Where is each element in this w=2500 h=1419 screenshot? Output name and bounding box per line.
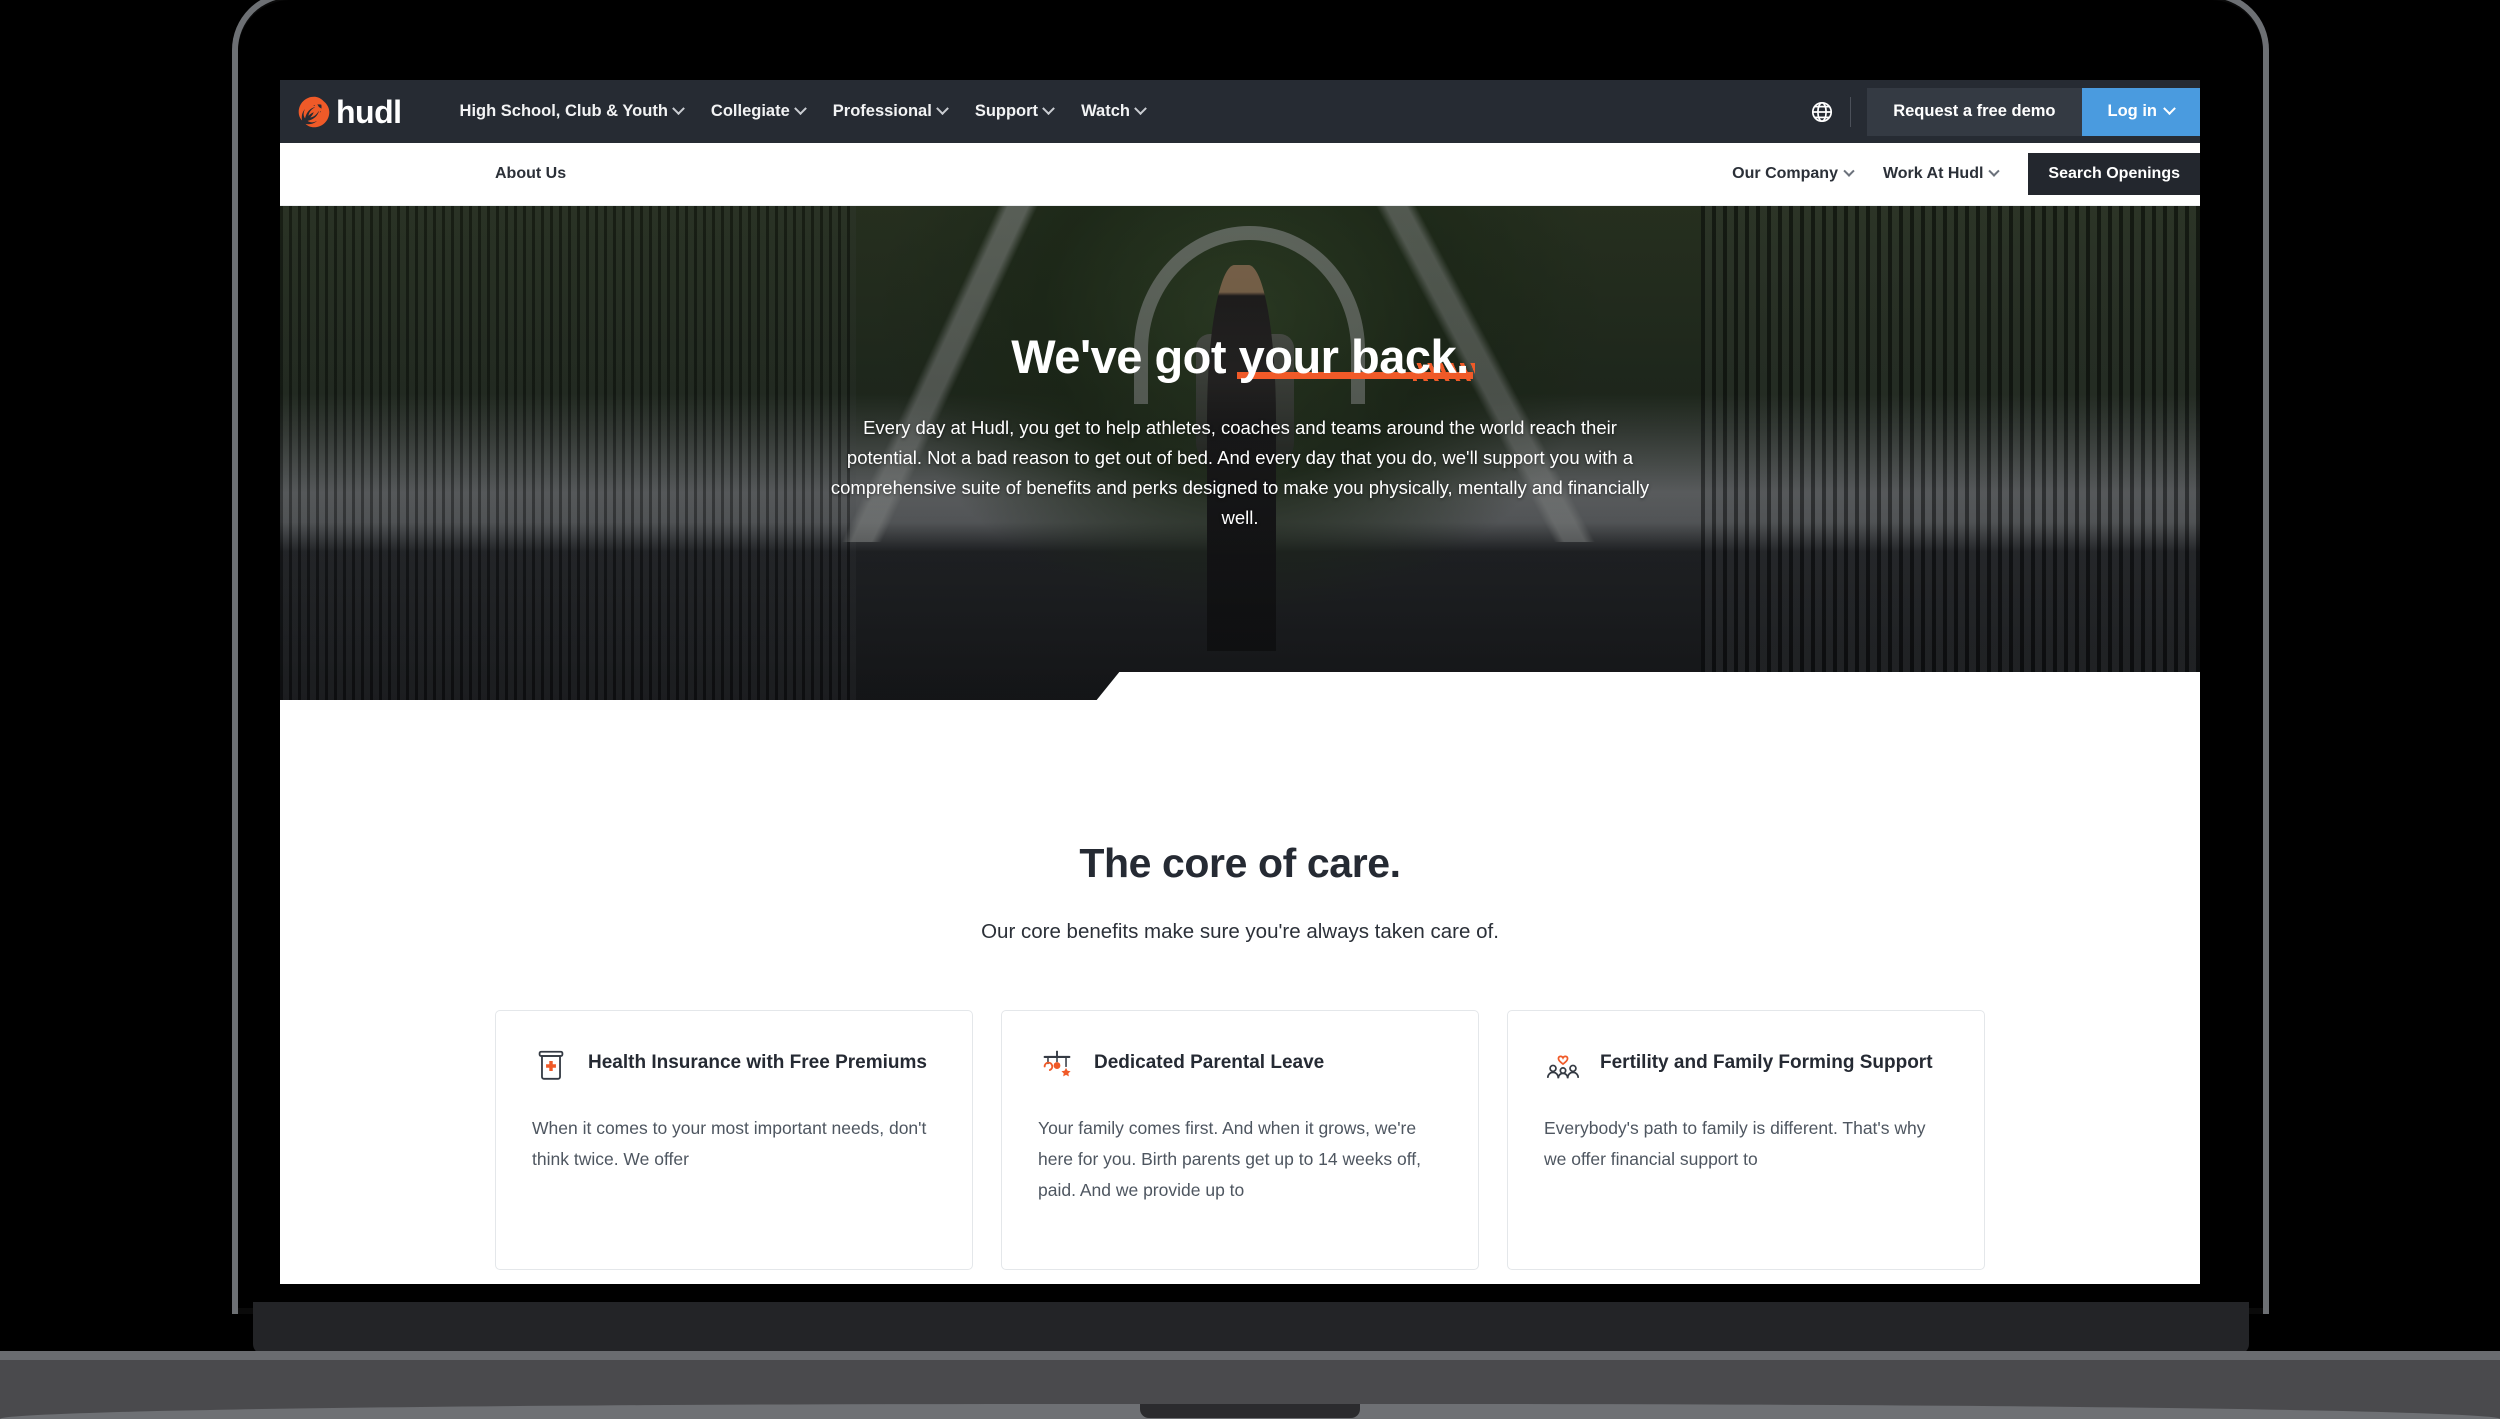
- core-of-care-section: The core of care. Our core benefits make…: [280, 700, 2200, 1270]
- topnav-item-watch[interactable]: Watch: [1081, 102, 1147, 121]
- browser-viewport: hudl High School, Club & Youth Collegiat…: [280, 80, 2200, 1284]
- card-header: Health Insurance with Free Premiums: [532, 1045, 936, 1085]
- card-body-text: When it comes to your most important nee…: [532, 1118, 927, 1170]
- topnav-item-collegiate[interactable]: Collegiate: [710, 102, 807, 121]
- topnav-divider: [1850, 96, 1852, 127]
- laptop-mockup: hudl High School, Club & Youth Collegiat…: [0, 0, 2500, 1419]
- topnav-item-label: High School, Club & Youth: [459, 102, 668, 120]
- chevron-down-icon: [1843, 165, 1855, 177]
- hero-title-accent: your back.: [1236, 330, 1473, 383]
- laptop-lower-deck: [253, 1302, 2249, 1354]
- search-openings-button[interactable]: Search Openings: [2028, 153, 2200, 195]
- chevron-down-icon: [793, 102, 807, 116]
- card-header: Dedicated Parental Leave: [1038, 1045, 1442, 1085]
- chevron-down-icon: [935, 102, 949, 116]
- hero-angled-bottom-edge: [1096, 672, 2200, 700]
- subnav-item-our-company[interactable]: Our Company: [1732, 165, 1855, 183]
- laptop-base-notch: [1140, 1404, 1360, 1418]
- card-title: Fertility and Family Forming Support: [1600, 1052, 1933, 1073]
- topnav-right-cluster: Request a free demo Log in: [1810, 80, 2200, 143]
- benefit-card-parental-leave[interactable]: Dedicated Parental Leave Your family com…: [1001, 1010, 1479, 1270]
- login-button[interactable]: Log in: [2081, 87, 2200, 136]
- benefit-card-health-insurance[interactable]: Health Insurance with Free Premiums When…: [495, 1010, 973, 1270]
- subnav-item-label: Work At Hudl: [1882, 165, 1984, 182]
- topnav-item-label: Support: [974, 102, 1039, 120]
- hero-content: We've got your back. Every day at Hudl, …: [830, 332, 1650, 533]
- baby-mobile-icon: [1043, 1050, 1071, 1077]
- topnav-item-label: Professional: [832, 102, 932, 120]
- hudl-logo-link[interactable]: hudl: [292, 95, 402, 129]
- globe-icon[interactable]: [1810, 100, 1834, 124]
- benefit-cards-grid: Health Insurance with Free Premiums When…: [280, 1010, 2200, 1270]
- hero-paragraph: Every day at Hudl, you get to help athle…: [830, 417, 1650, 529]
- hero-banner: We've got your back. Every day at Hudl, …: [280, 206, 2200, 700]
- chevron-down-icon: [1134, 102, 1147, 116]
- medicine-jar-icon: [538, 1050, 564, 1080]
- topnav-item-high-school-club-youth[interactable]: High School, Club & Youth: [459, 102, 685, 121]
- subnav-item-work-at-hudl[interactable]: Work At Hudl: [1882, 165, 2001, 183]
- benefit-card-fertility-support[interactable]: Fertility and Family Forming Support Eve…: [1507, 1010, 1985, 1270]
- chevron-down-icon: [672, 102, 685, 116]
- chevron-down-icon: [1042, 102, 1055, 116]
- subnav-item-about-us[interactable]: About Us: [495, 165, 566, 183]
- login-button-label: Log in: [2107, 102, 2157, 120]
- section-heading: The core of care.: [1079, 840, 1401, 886]
- chevron-down-icon: [1988, 165, 2001, 177]
- topnav-item-label: Watch: [1081, 102, 1130, 120]
- primary-navigation-bar: hudl High School, Club & Youth Collegiat…: [280, 80, 2200, 143]
- card-header: Fertility and Family Forming Support: [1544, 1045, 1948, 1085]
- card-body-text: Your family comes first. And when it gro…: [1038, 1118, 1421, 1201]
- chevron-down-icon: [2163, 102, 2176, 116]
- request-free-demo-button[interactable]: Request a free demo: [1867, 87, 2082, 136]
- hudl-logo-text: hudl: [336, 93, 402, 130]
- subnav-item-label: Our Company: [1732, 165, 1838, 182]
- topnav-item-support[interactable]: Support: [974, 102, 1055, 121]
- subnav-right-cluster: Our Company Work At Hudl Search Openings: [1732, 143, 2200, 205]
- hudl-logo-mark-icon: [298, 96, 330, 127]
- hero-title: We've got your back.: [1011, 330, 1475, 383]
- section-subheading: Our core benefits make sure you're alway…: [981, 920, 1499, 943]
- topnav-item-label: Collegiate: [710, 102, 790, 120]
- topnav-item-professional[interactable]: Professional: [832, 102, 949, 121]
- card-title: Health Insurance with Free Premiums: [588, 1052, 927, 1073]
- hero-title-lead: We've got: [1011, 330, 1239, 383]
- card-body-text: Everybody's path to family is different.…: [1544, 1118, 1926, 1170]
- family-heart-icon: [1546, 1055, 1580, 1079]
- secondary-navigation-bar: About Us Our Company Work At Hudl Search…: [280, 143, 2200, 206]
- card-title: Dedicated Parental Leave: [1094, 1052, 1325, 1073]
